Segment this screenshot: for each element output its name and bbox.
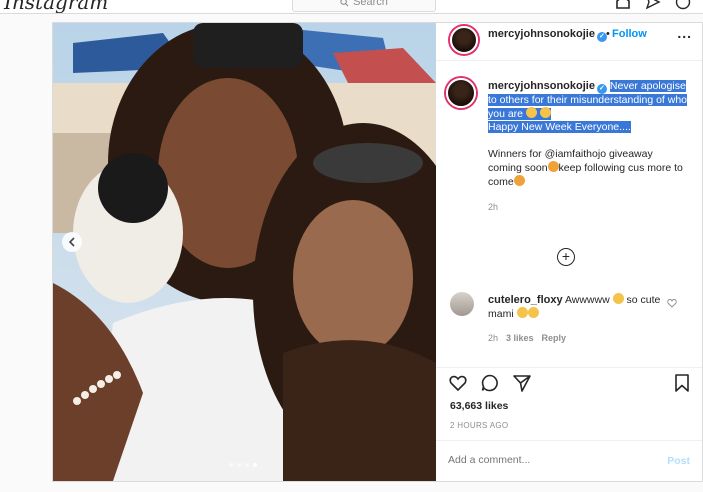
likes-count[interactable]: 63,663 likes — [450, 400, 508, 412]
author-username-text[interactable]: mercyjohnsonokojie — [488, 28, 595, 40]
instagram-logo[interactable]: Instagram — [4, 0, 108, 13]
like-heart-icon[interactable] — [448, 373, 468, 393]
follow-button[interactable]: Follow — [612, 28, 647, 40]
like-comment-heart-icon[interactable] — [667, 298, 677, 308]
post-sidebar: mercyjohnsonokojie ✓ • Follow ... mercyjo… — [436, 23, 702, 481]
caption: mercyjohnsonokojie ✓ Never apologise to o… — [488, 80, 688, 189]
commenter-username[interactable]: cutelero_floxy — [488, 294, 563, 306]
heart-eyes-emoji-icon — [612, 293, 624, 304]
carousel-prev-button[interactable] — [62, 232, 82, 252]
comment-text: cutelero_floxy Awwwww so cute mami — [488, 293, 663, 321]
chevron-left-icon — [68, 237, 75, 247]
author-avatar[interactable] — [450, 26, 478, 54]
commenter-avatar[interactable] — [450, 292, 474, 316]
carousel-dot — [229, 463, 233, 467]
heart-eyes-emoji-icon — [516, 307, 528, 318]
comment-body: Awwwww — [564, 294, 610, 306]
comment-likes[interactable]: 3 likes — [506, 333, 534, 343]
post-photo[interactable] — [53, 23, 436, 481]
caption-author-avatar[interactable] — [446, 78, 476, 108]
save-bookmark-icon[interactable] — [672, 373, 692, 393]
explore-icon[interactable] — [675, 0, 691, 10]
caption-username[interactable]: mercyjohnsonokojie ✓ — [488, 80, 607, 94]
search-icon — [340, 0, 349, 6]
home-icon[interactable] — [615, 0, 631, 10]
carousel-dot — [237, 463, 241, 467]
more-options-icon[interactable]: ... — [677, 25, 692, 41]
add-comment-input[interactable] — [448, 454, 648, 466]
comments-section: mercyjohnsonokojie ✓ Never apologise to o… — [436, 62, 702, 367]
caption-paragraph-2: Winners for @iamfaithojo giveaway coming… — [488, 148, 688, 189]
carousel-dot-active — [253, 463, 257, 467]
direct-icon[interactable] — [645, 0, 661, 10]
caption-timestamp[interactable]: 2h — [488, 202, 498, 212]
thinking-emoji-icon — [539, 107, 551, 118]
post-timestamp[interactable]: 2 HOURS AGO — [450, 421, 508, 430]
grinning-emoji-icon — [513, 175, 525, 186]
carousel-dot — [245, 463, 249, 467]
comment-reply-button[interactable]: Reply — [542, 333, 567, 343]
post-actions: 63,663 likes 2 HOURS AGO Post — [436, 367, 702, 481]
top-icons — [615, 0, 691, 10]
carousel-dots — [229, 463, 257, 467]
search-placeholder: Search — [353, 0, 388, 8]
post-comment-button[interactable]: Post — [667, 455, 690, 467]
add-comment-bar: Post — [436, 440, 702, 482]
load-more-comments-button[interactable]: + — [557, 248, 575, 266]
share-send-icon[interactable] — [512, 373, 532, 393]
author-username[interactable]: mercyjohnsonokojie ✓ — [488, 28, 607, 42]
caption-line-2: Happy New Week Everyone.... — [488, 121, 631, 133]
comment-bubble-icon[interactable] — [480, 373, 500, 393]
thinking-emoji-icon — [525, 107, 537, 118]
verified-badge-icon: ✓ — [596, 84, 607, 94]
top-navigation-bar: Instagram Search — [0, 0, 703, 14]
heart-eyes-emoji-icon — [527, 307, 539, 318]
caption-username-text[interactable]: mercyjohnsonokojie — [488, 80, 595, 92]
separator-bullet: • — [606, 28, 610, 40]
search-input[interactable]: Search — [292, 0, 436, 12]
post-header: mercyjohnsonokojie ✓ • Follow ... — [436, 23, 702, 61]
grinning-emoji-icon — [547, 161, 559, 172]
comment-meta: 2h 3 likes Reply — [488, 333, 566, 343]
comment-timestamp[interactable]: 2h — [488, 333, 498, 343]
